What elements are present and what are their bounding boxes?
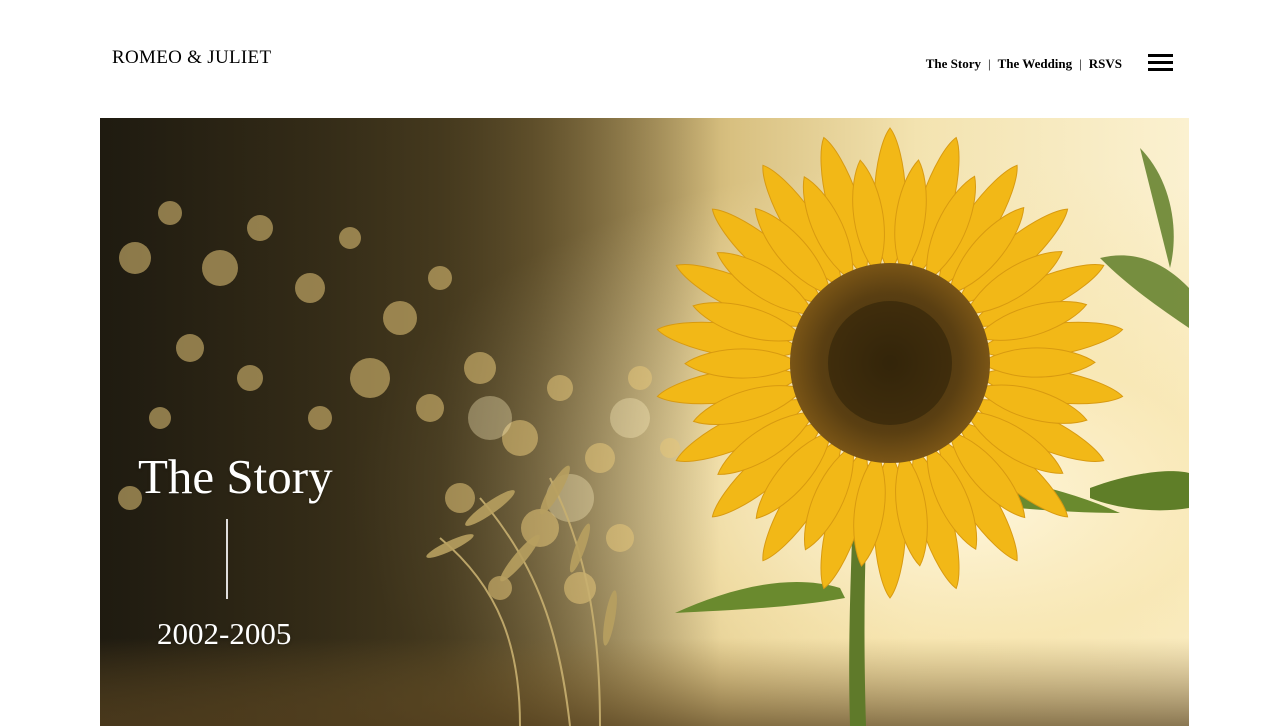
site-logo[interactable]: ROMEO & JULIET [112, 47, 271, 69]
nav-separator: | [987, 56, 991, 71]
hero-years: 2002-2005 [157, 616, 292, 651]
page: ROMEO & JULIET The Story | The Wedding |… [0, 0, 1280, 726]
nav-link-the-wedding[interactable]: The Wedding [998, 56, 1073, 72]
hero-banner: The Story 2002-2005 [100, 118, 1189, 726]
nav-separator: | [1079, 56, 1082, 71]
main-nav: The Story | The Wedding | RSVS [926, 56, 1122, 72]
hero-divider [226, 519, 228, 599]
nav-link-the-story[interactable]: The Story [926, 56, 981, 72]
hero-title: The Story [138, 449, 333, 504]
hamburger-menu-icon[interactable] [1148, 53, 1173, 72]
nav-link-rsvs[interactable]: RSVS [1089, 56, 1122, 72]
site-header: ROMEO & JULIET The Story | The Wedding |… [100, 0, 1189, 118]
